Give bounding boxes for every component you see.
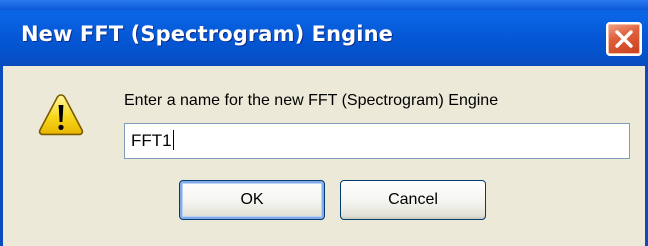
new-engine-dialog: New FFT (Spectrogram) Engine Enter a nam… — [0, 0, 648, 246]
close-button[interactable] — [606, 22, 642, 56]
cancel-button[interactable]: Cancel — [340, 180, 486, 220]
warning-icon — [38, 94, 84, 136]
engine-name-input[interactable]: FFT1 — [124, 123, 630, 159]
close-icon — [615, 30, 633, 48]
ok-button[interactable]: OK — [179, 180, 325, 220]
title-bar-highlight — [0, 0, 648, 10]
text-caret — [172, 130, 174, 150]
prompt-label: Enter a name for the new FFT (Spectrogra… — [124, 92, 499, 109]
window-title: New FFT (Spectrogram) Engine — [21, 22, 393, 46]
title-bar[interactable]: New FFT (Spectrogram) Engine — [0, 0, 648, 66]
window-frame-left — [0, 66, 3, 246]
engine-name-value: FFT1 — [131, 131, 172, 150]
